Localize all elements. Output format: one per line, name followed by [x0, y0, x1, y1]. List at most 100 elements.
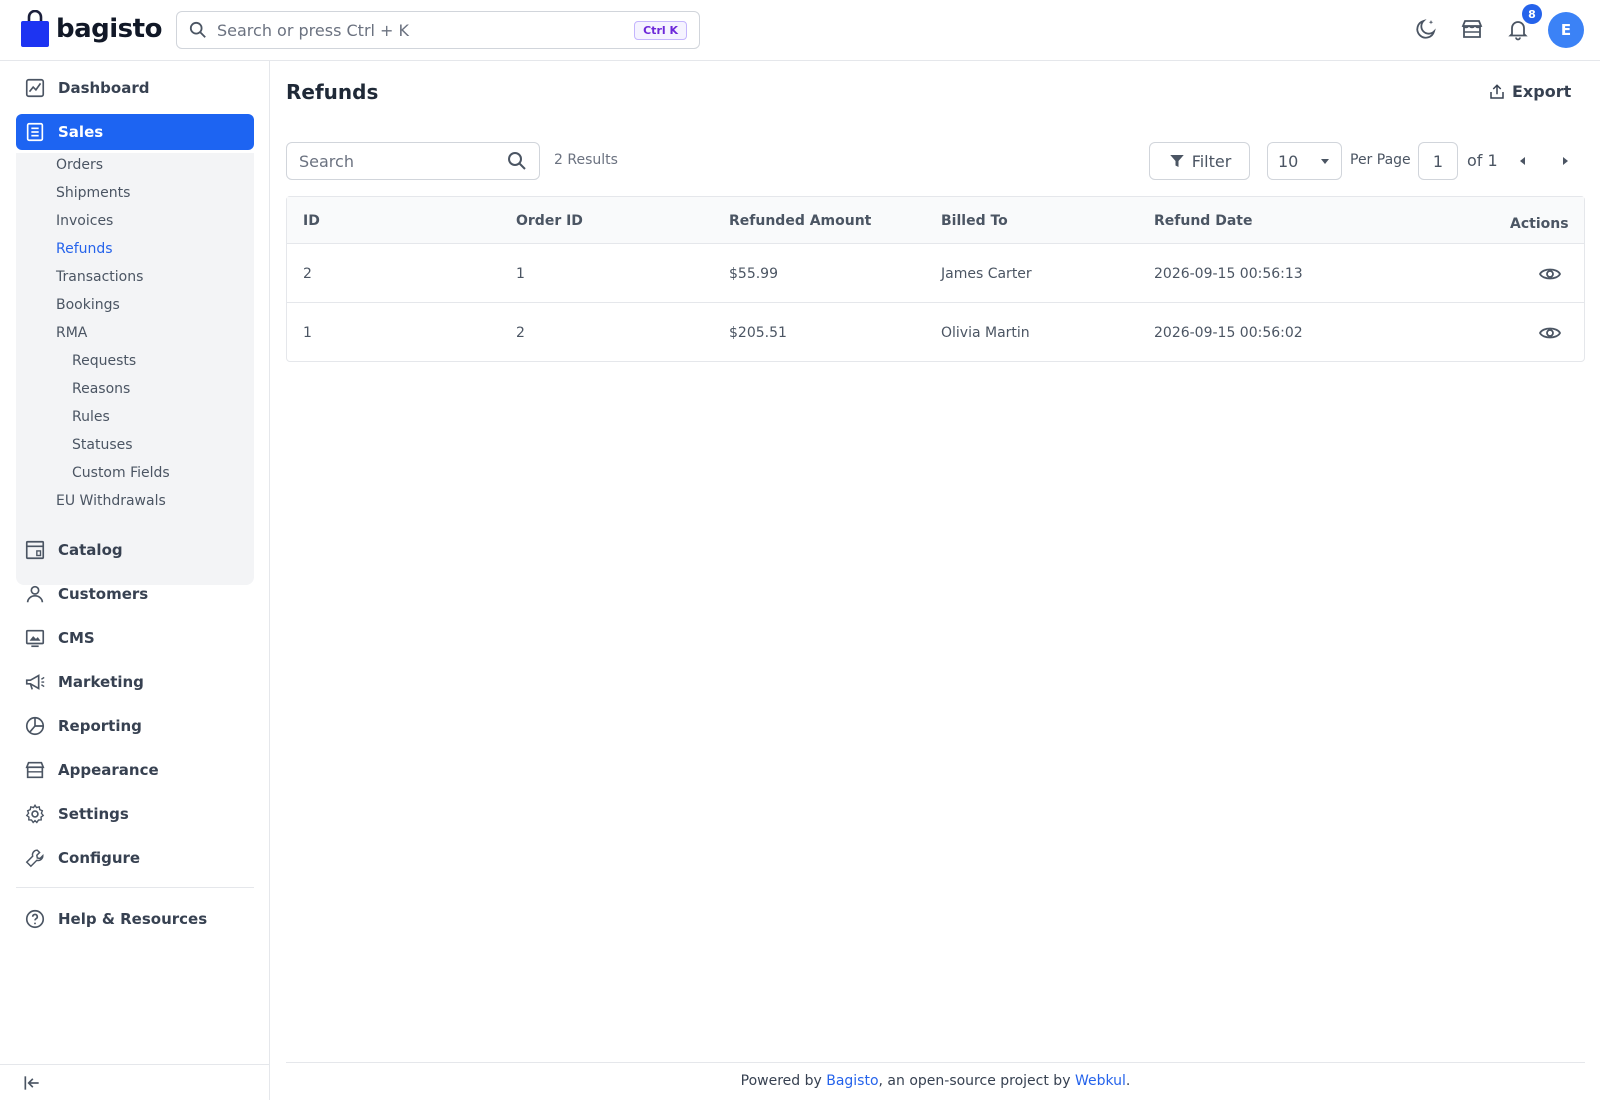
view-icon[interactable]: [1538, 262, 1562, 286]
sidebar-item-customers[interactable]: Customers: [16, 576, 254, 612]
sidebar-item-label: Dashboard: [58, 79, 150, 97]
filter-button[interactable]: Filter: [1149, 142, 1250, 180]
sidebar-item-label: Help & Resources: [58, 910, 208, 928]
export-button[interactable]: Export: [1488, 82, 1571, 101]
global-search-input[interactable]: Search or press Ctrl + K Ctrl K: [176, 11, 700, 49]
brand-logo[interactable]: bagisto: [20, 10, 162, 48]
sidebar-divider: [16, 887, 254, 888]
sidebar: Dashboard Sales Orders Shipments Invoice…: [0, 61, 270, 1100]
sales-submenu-panel: [16, 153, 254, 585]
sidebar-subitem-rma-rules[interactable]: Rules: [72, 409, 110, 425]
column-header-order-id[interactable]: Order ID: [516, 213, 583, 229]
sidebar-item-sales[interactable]: Sales: [16, 114, 254, 150]
sidebar-collapse-bar: [0, 1064, 270, 1100]
sidebar-item-label: Marketing: [58, 673, 144, 691]
notification-count-badge: 8: [1522, 4, 1542, 24]
footer-middle: , an open-source project by: [878, 1073, 1075, 1089]
export-icon: [1490, 83, 1504, 99]
next-page-icon[interactable]: [1558, 154, 1572, 168]
sidebar-subitem-orders[interactable]: Orders: [56, 157, 103, 173]
store-front-icon: [25, 761, 45, 779]
megaphone-icon: [25, 674, 45, 690]
sidebar-item-label: Catalog: [58, 541, 123, 559]
sidebar-subitem-invoices[interactable]: Invoices: [56, 213, 113, 229]
filter-label: Filter: [1191, 151, 1232, 171]
catalog-icon: [25, 540, 45, 560]
column-header-refund-date[interactable]: Refund Date: [1154, 213, 1252, 229]
column-header-actions: Actions: [1510, 216, 1569, 232]
sidebar-item-appearance[interactable]: Appearance: [16, 752, 254, 788]
sidebar-item-label: Customers: [58, 585, 149, 603]
sidebar-subitem-rma-custom-fields[interactable]: Custom Fields: [72, 465, 170, 481]
results-count: 2 Results: [554, 152, 618, 168]
moon-icon[interactable]: [1414, 17, 1438, 41]
cms-icon: [25, 629, 45, 648]
gear-icon: [25, 804, 45, 824]
cell-billed-to: Olivia Martin: [941, 325, 1030, 341]
sidebar-item-reporting[interactable]: Reporting: [16, 708, 254, 744]
shopping-bag-icon: [21, 10, 49, 47]
cell-order-id: 1: [516, 266, 525, 282]
filter-icon: [1169, 155, 1184, 167]
page-number-input[interactable]: 1: [1418, 142, 1458, 180]
user-avatar[interactable]: E: [1548, 12, 1584, 48]
per-page-select[interactable]: 10: [1267, 142, 1342, 180]
table-row: 2 1 $55.99 James Carter 2026-09-15 00:56…: [287, 244, 1584, 303]
sidebar-subitem-rma-statuses[interactable]: Statuses: [72, 437, 133, 453]
sidebar-item-catalog[interactable]: Catalog: [16, 532, 254, 568]
cell-id: 2: [303, 266, 312, 282]
column-header-refunded-amount[interactable]: Refunded Amount: [729, 213, 871, 229]
sidebar-item-label: Reporting: [58, 717, 142, 735]
sidebar-subitem-eu-withdrawals[interactable]: EU Withdrawals: [56, 493, 166, 509]
sidebar-item-dashboard[interactable]: Dashboard: [16, 70, 254, 106]
brand-name: bagisto: [56, 14, 162, 44]
search-icon[interactable]: [507, 151, 527, 171]
global-search-placeholder: Search or press Ctrl + K: [217, 20, 410, 40]
cell-refund-date: 2026-09-15 00:56:02: [1154, 325, 1303, 341]
footer-prefix: Powered by: [740, 1073, 827, 1089]
dashboard-icon: [25, 78, 45, 98]
table-search-placeholder: Search: [299, 151, 354, 171]
top-header: bagisto Search or press Ctrl + K Ctrl K …: [0, 0, 1600, 61]
sidebar-subitem-rma-requests[interactable]: Requests: [72, 353, 136, 369]
sidebar-subitem-shipments[interactable]: Shipments: [56, 185, 130, 201]
footer: Powered by Bagisto, an open-source proje…: [286, 1062, 1585, 1100]
view-icon[interactable]: [1538, 321, 1562, 345]
caret-down-icon: [1321, 159, 1329, 164]
shortcut-hint: Ctrl K: [634, 20, 687, 40]
sidebar-item-configure[interactable]: Configure: [16, 840, 254, 876]
table-search-input[interactable]: Search: [286, 142, 540, 180]
column-header-id[interactable]: ID: [303, 213, 320, 229]
customer-icon: [26, 585, 44, 603]
prev-page-icon[interactable]: [1516, 154, 1530, 168]
cell-refund-date: 2026-09-15 00:56:13: [1154, 266, 1303, 282]
sidebar-subitem-transactions[interactable]: Transactions: [56, 269, 143, 285]
sidebar-item-cms[interactable]: CMS: [16, 620, 254, 656]
footer-link-bagisto[interactable]: Bagisto: [826, 1073, 878, 1089]
collapse-sidebar-icon[interactable]: [22, 1073, 42, 1093]
page-title: Refunds: [286, 80, 379, 104]
cell-order-id: 2: [516, 325, 525, 341]
sidebar-subitem-refunds[interactable]: Refunds: [56, 241, 113, 257]
table-row: 1 2 $205.51 Olivia Martin 2026-09-15 00:…: [287, 303, 1584, 362]
sidebar-item-settings[interactable]: Settings: [16, 796, 254, 832]
sales-icon: [26, 122, 44, 142]
wrench-icon: [25, 849, 44, 868]
sidebar-subitem-bookings[interactable]: Bookings: [56, 297, 120, 313]
sidebar-item-help[interactable]: Help & Resources: [16, 901, 254, 937]
page-total-label: of 1: [1467, 151, 1498, 170]
cell-billed-to: James Carter: [941, 266, 1032, 282]
sidebar-item-marketing[interactable]: Marketing: [16, 664, 254, 700]
sidebar-subitem-rma-reasons[interactable]: Reasons: [72, 381, 130, 397]
store-icon[interactable]: [1460, 17, 1484, 41]
help-icon: [25, 909, 45, 929]
footer-suffix: .: [1125, 1073, 1131, 1089]
sidebar-subitem-rma[interactable]: RMA: [56, 325, 87, 341]
sidebar-item-label: Appearance: [58, 761, 159, 779]
sidebar-item-label: Sales: [58, 123, 104, 141]
cell-refunded-amount: $205.51: [729, 325, 787, 341]
per-page-value: 10: [1278, 151, 1299, 171]
column-header-billed-to[interactable]: Billed To: [941, 213, 1008, 229]
pie-icon: [25, 716, 45, 736]
footer-link-webkul[interactable]: Webkul: [1075, 1073, 1126, 1089]
